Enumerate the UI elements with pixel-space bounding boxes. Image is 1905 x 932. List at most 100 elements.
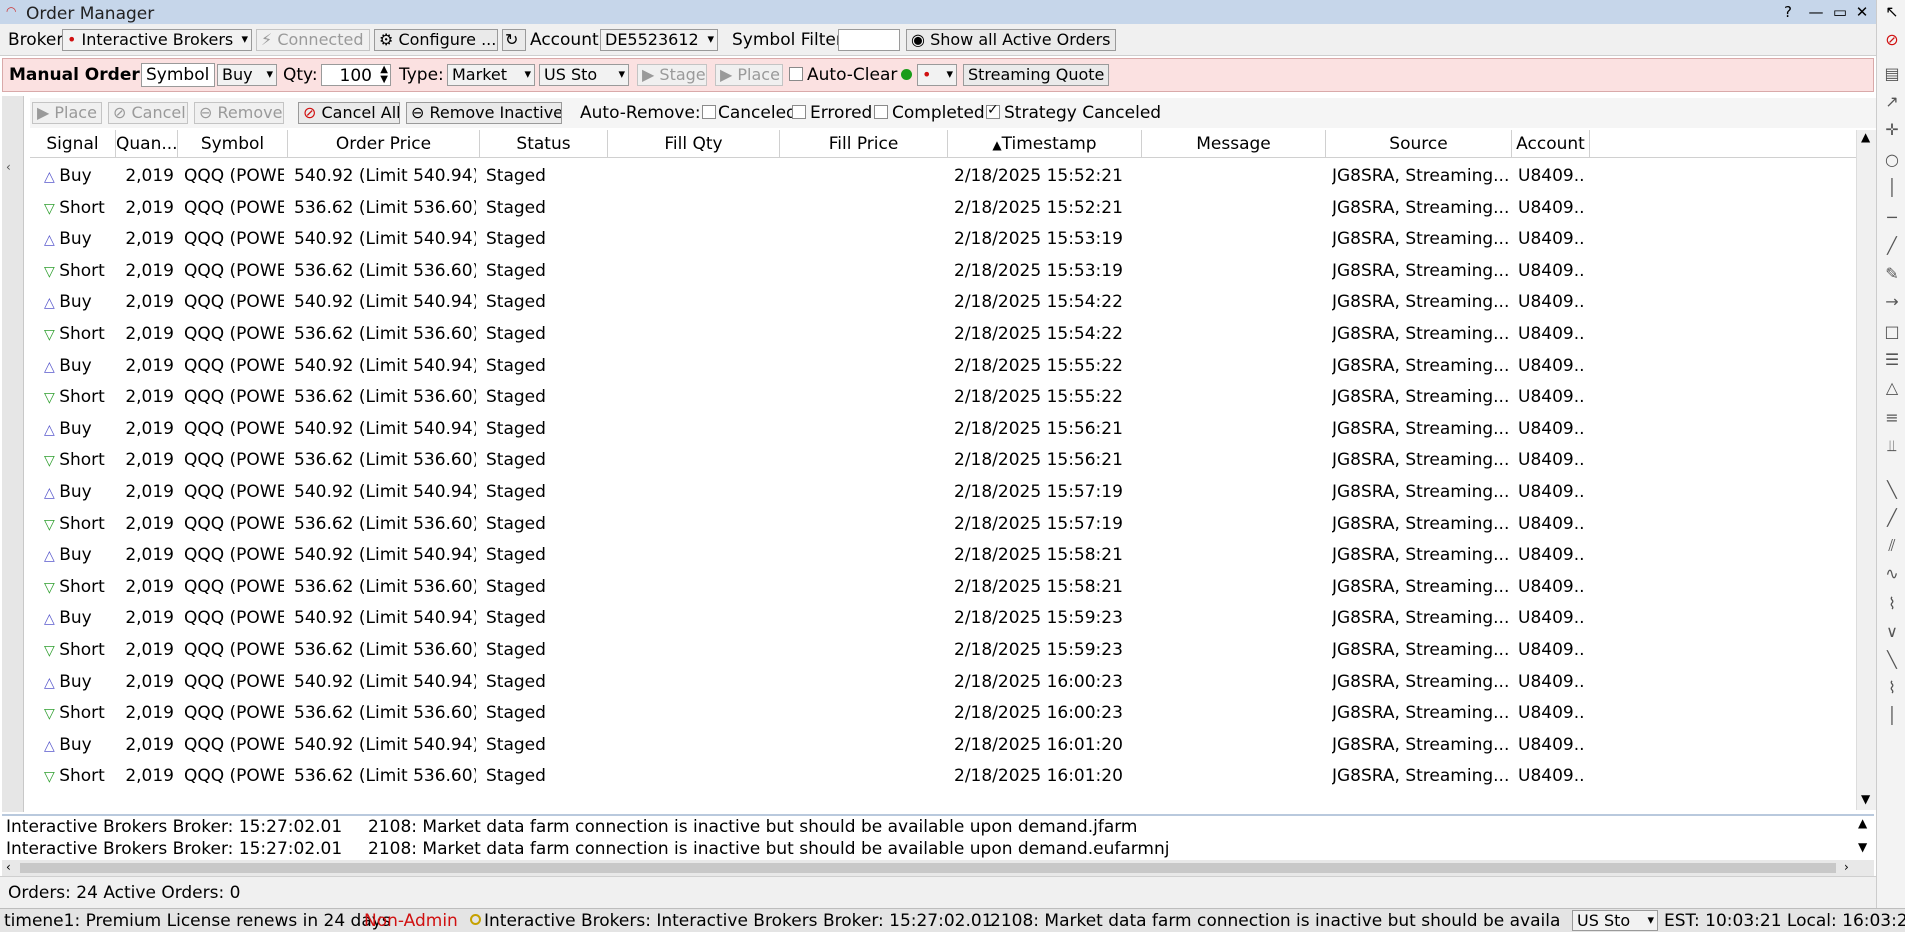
table-row[interactable]: ▽ Short 2,019 QQQ (POWE 536.62 (Limit 536.6… (30, 634, 1590, 666)
grid-vertical-scrollbar[interactable]: ▲ ▼ (1856, 130, 1876, 810)
table-row[interactable]: ▽ Short 2,019 QQQ (POWE 536.62 (Limit 536.6… (30, 192, 1590, 224)
col-header-source[interactable]: Source (1326, 130, 1512, 158)
cycle-icon[interactable]: ∿ (1882, 564, 1902, 584)
ruler-icon[interactable]: ↗ (1882, 92, 1902, 112)
status-market-select[interactable]: US Sto (1572, 910, 1658, 931)
side-select[interactable]: Buy (217, 64, 277, 86)
fibonacci-icon[interactable]: ≡ (1882, 408, 1902, 428)
col-header-order-price[interactable]: Order Price (288, 130, 480, 158)
remove-inactive-button[interactable]: ⊖ Remove Inactive (406, 102, 562, 124)
qty-input[interactable]: 100 ▲ ▼ (321, 64, 391, 86)
minimize-icon[interactable]: — (1806, 2, 1826, 22)
regression-icon[interactable]: ╱ (1882, 508, 1902, 528)
table-row[interactable]: ▽ Short 2,019 QQQ (POWE 536.62 (Limit 536.6… (30, 760, 1590, 792)
calendar-icon[interactable]: ▤ (1882, 64, 1902, 84)
maximize-icon[interactable]: ▭ (1830, 2, 1850, 22)
rectangle-icon[interactable]: □ (1882, 322, 1902, 342)
completed-checkbox[interactable] (874, 105, 888, 119)
scroll-down-icon[interactable]: ▼ (1861, 792, 1870, 806)
col-header-quantity[interactable]: Quan... (116, 130, 178, 158)
horizontal-line-icon[interactable]: ─ (1882, 208, 1902, 228)
order-type-select[interactable]: Market (447, 64, 535, 86)
col-header-fill-price[interactable]: Fill Price (780, 130, 948, 158)
elliott-icon[interactable]: ∨ (1882, 622, 1902, 642)
pitchfork-icon[interactable]: ⫫ (1882, 436, 1902, 456)
streaming-quote-button[interactable]: Streaming Quote (963, 64, 1109, 86)
cancel-button[interactable]: ⊘ Cancel (108, 102, 188, 124)
crosshair-icon[interactable]: ✛ (1882, 120, 1902, 140)
help-icon[interactable]: ? (1778, 2, 1798, 22)
col-header-status[interactable]: Status (480, 130, 608, 158)
scroll-right-icon[interactable]: › (1844, 860, 1849, 874)
stop-icon[interactable]: ⊘ (1882, 30, 1902, 50)
collapse-arrow-icon[interactable]: ‹ (6, 160, 11, 174)
table-row[interactable]: △ Buy 2,019 QQQ (POWE 540.92 (Limit 540.94)… (30, 539, 1590, 571)
channel-icon[interactable]: ⫽ (1882, 536, 1902, 556)
table-row[interactable]: △ Buy 2,019 QQQ (POWE 540.92 (Limit 540.94)… (30, 602, 1590, 634)
pencil-icon[interactable]: ✎ (1882, 264, 1902, 284)
scroll-left-icon[interactable]: ‹ (6, 860, 11, 874)
symbol-input[interactable]: Symbol (141, 63, 215, 87)
col-header-timestamp[interactable]: ▲Timestamp (948, 130, 1142, 158)
symbol-filter-input[interactable] (838, 29, 900, 51)
arrow-icon[interactable]: → (1882, 292, 1902, 312)
vertical-line-icon[interactable]: │ (1882, 178, 1902, 198)
remove-button[interactable]: ⊖ Remove (194, 102, 284, 124)
table-row[interactable]: ▽ Short 2,019 QQQ (POWE 536.62 (Limit 536.6… (30, 255, 1590, 287)
col-header-signal[interactable]: Signal (30, 130, 116, 158)
note-icon[interactable]: ☰ (1882, 350, 1902, 370)
table-row[interactable]: ▽ Short 2,019 QQQ (POWE 536.62 (Limit 536.6… (30, 318, 1590, 350)
quote-provider-select[interactable]: • (917, 64, 957, 86)
triangle-icon[interactable]: △ (1882, 378, 1902, 398)
side-panel-strip[interactable]: ‹ (2, 96, 24, 812)
table-row[interactable]: △ Buy 2,019 QQQ (POWE 540.92 (Limit 540.94)… (30, 476, 1590, 508)
account-select[interactable]: DE5523612 (600, 29, 718, 51)
market-select[interactable]: US Sto (539, 64, 629, 86)
connected-button[interactable]: ⚡ Connected (256, 29, 370, 51)
col-header-fill-qty[interactable]: Fill Qty (608, 130, 780, 158)
speed-line-icon[interactable]: ╲ (1882, 650, 1902, 670)
horizontal-scroll-thumb[interactable] (20, 863, 1836, 873)
table-row[interactable]: ▽ Short 2,019 QQQ (POWE 536.62 (Limit 536.6… (30, 697, 1590, 729)
cursor-icon[interactable]: ↖ (1882, 2, 1902, 22)
log-scroll-down-icon[interactable]: ▼ (1858, 840, 1867, 854)
close-icon[interactable]: ✕ (1852, 2, 1872, 22)
errored-checkbox[interactable] (792, 105, 806, 119)
table-row[interactable]: ▽ Short 2,019 QQQ (POWE 536.62 (Limit 536.6… (30, 571, 1590, 603)
comment-icon[interactable]: ○ (1882, 150, 1902, 170)
wave-icon[interactable]: ⌇ (1882, 594, 1902, 614)
place-button[interactable]: ▶ Place (32, 102, 102, 124)
refresh-button[interactable]: ↻ (502, 29, 526, 51)
zigzag-icon[interactable]: ⌇ (1882, 678, 1902, 698)
configure-button[interactable]: ⚙ Configure ... (374, 29, 498, 51)
table-row[interactable]: △ Buy 2,019 QQQ (POWE 540.92 (Limit 540.94)… (30, 350, 1590, 382)
col-header-account[interactable]: Account (1512, 130, 1590, 158)
col-header-message[interactable]: Message (1142, 130, 1326, 158)
time-cycles-icon[interactable]: │ (1882, 706, 1902, 726)
table-row[interactable]: ▽ Short 2,019 QQQ (POWE 536.62 (Limit 536.6… (30, 381, 1590, 413)
cancel-all-button[interactable]: ⊘ Cancel All (298, 102, 400, 124)
table-row[interactable]: ▽ Short 2,019 QQQ (POWE 536.62 (Limit 536.6… (30, 508, 1590, 540)
manual-place-button[interactable]: ▶ Place (715, 64, 783, 86)
canceled-checkbox[interactable] (702, 105, 716, 119)
table-row[interactable]: △ Buy 2,019 QQQ (POWE 540.92 (Limit 540.94)… (30, 223, 1590, 255)
col-header-symbol[interactable]: Symbol (178, 130, 288, 158)
scroll-up-icon[interactable]: ▲ (1861, 130, 1870, 144)
log-horizontal-scrollbar[interactable]: ‹ › (2, 860, 1874, 876)
qty-stepper-icon[interactable]: ▲ ▼ (380, 65, 388, 85)
auto-clear-checkbox[interactable] (789, 67, 803, 81)
broker-select[interactable]: • Interactive Brokers (62, 29, 252, 51)
table-row[interactable]: △ Buy 2,019 QQQ (POWE 540.92 (Limit 540.94)… (30, 666, 1590, 698)
show-all-active-orders-button[interactable]: ◉ Show all Active Orders (906, 29, 1116, 51)
cell-symbol: QQQ (POWE (184, 766, 284, 787)
table-row[interactable]: △ Buy 2,019 QQQ (POWE 540.92 (Limit 540.94)… (30, 729, 1590, 761)
trend-line-icon[interactable]: ╱ (1882, 236, 1902, 256)
log-scroll-up-icon[interactable]: ▲ (1858, 816, 1867, 830)
table-row[interactable]: △ Buy 2,019 QQQ (POWE 540.92 (Limit 540.94)… (30, 160, 1590, 192)
strategy-canceled-checkbox[interactable] (986, 102, 1000, 119)
table-row[interactable]: ▽ Short 2,019 QQQ (POWE 536.62 (Limit 536.6… (30, 444, 1590, 476)
table-row[interactable]: △ Buy 2,019 QQQ (POWE 540.92 (Limit 540.94)… (30, 413, 1590, 445)
table-row[interactable]: △ Buy 2,019 QQQ (POWE 540.92 (Limit 540.94)… (30, 286, 1590, 318)
gann-icon[interactable]: ╲ (1882, 480, 1902, 500)
stage-button[interactable]: ▶ Stage (637, 64, 707, 86)
